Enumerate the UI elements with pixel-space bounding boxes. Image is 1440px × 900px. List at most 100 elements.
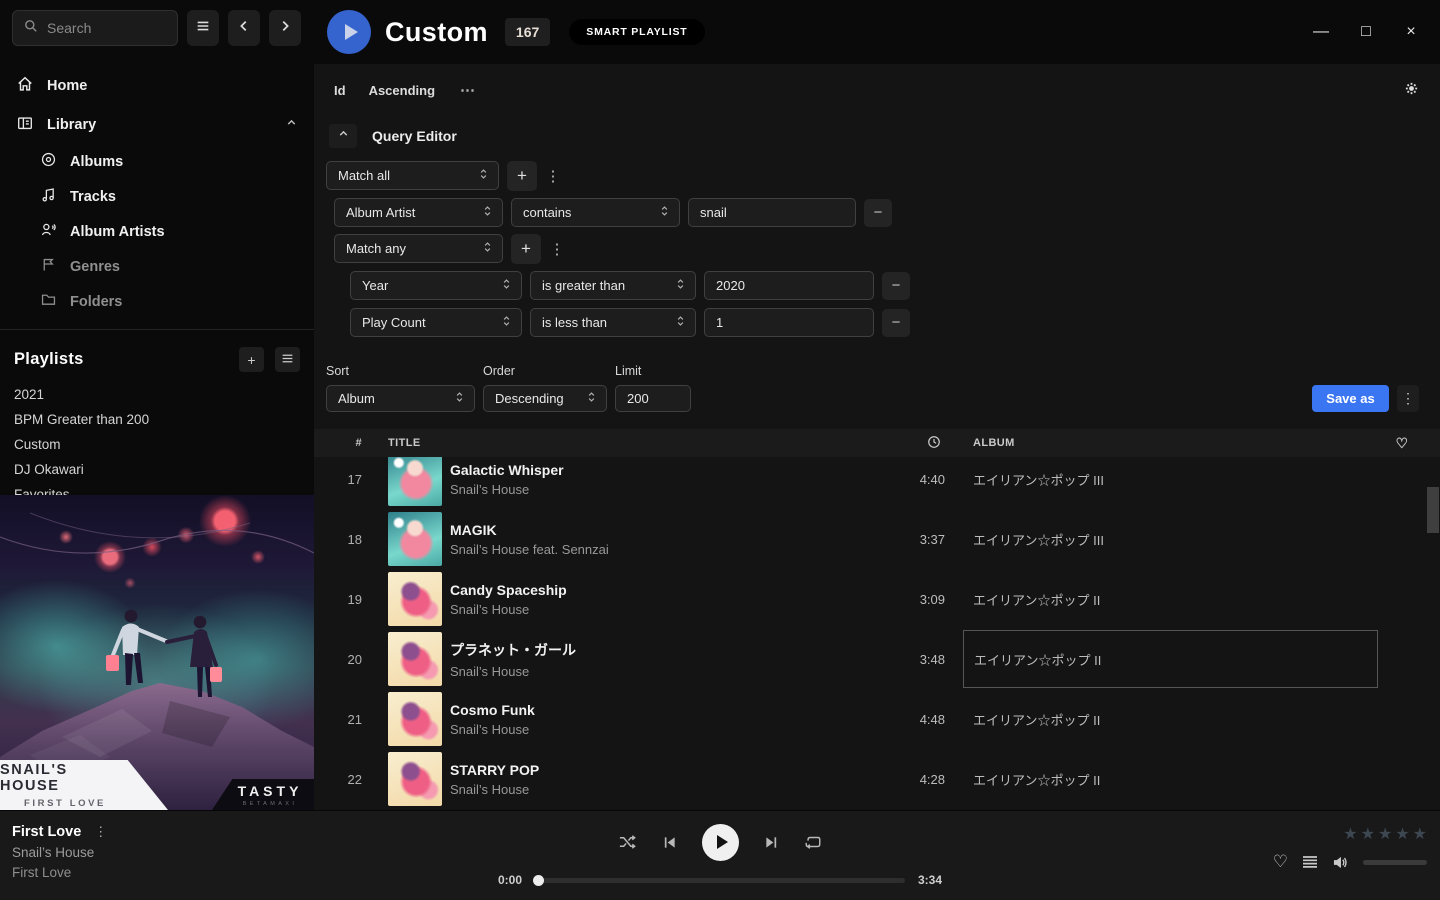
rule-value-input-wrap: [688, 198, 856, 227]
star-icon[interactable]: ★: [1395, 824, 1409, 844]
rule-group-menu-button[interactable]: ⋮: [545, 167, 561, 185]
now-playing-album-art[interactable]: SNAIL'S HOUSE FIRST LOVE TASTY BETAMAXI: [0, 495, 314, 810]
more-options-button[interactable]: ⋯: [460, 81, 476, 99]
playlist-item[interactable]: DJ Okawari: [0, 457, 314, 482]
column-header-title[interactable]: TITLE: [388, 437, 855, 449]
seek-handle[interactable]: [533, 875, 544, 886]
now-playing-artist[interactable]: Snail’s House: [12, 845, 107, 860]
track-album[interactable]: エイリアン☆ポップ II: [963, 570, 1378, 628]
rule-operator-select[interactable]: is less than: [530, 308, 696, 337]
chevron-up-icon[interactable]: [285, 116, 298, 133]
table-row[interactable]: 19 Candy Spaceship Snail’s House 3:09 エイ…: [314, 569, 1426, 629]
track-album-focused-cell[interactable]: エイリアン☆ポップ II: [963, 630, 1378, 688]
nav-back-button[interactable]: [228, 10, 260, 46]
sidebar-item-home[interactable]: Home: [0, 66, 314, 105]
sort-select[interactable]: Album: [326, 385, 475, 412]
table-row[interactable]: 22 STARRY POP Snail’s House 4:28 エイリアン☆ポ…: [314, 749, 1426, 809]
star-icon[interactable]: ★: [1361, 824, 1375, 844]
playlist-list-button[interactable]: [275, 347, 300, 372]
now-playing-title[interactable]: First Love: [12, 824, 81, 840]
save-as-button[interactable]: Save as: [1312, 385, 1389, 412]
menu-button[interactable]: [187, 10, 219, 46]
save-options-menu-button[interactable]: ⋮: [1397, 385, 1419, 412]
search-box[interactable]: [12, 10, 178, 46]
match-type-select[interactable]: Match all: [326, 161, 499, 190]
playlist-item[interactable]: 2021: [0, 382, 314, 407]
rule-value-input[interactable]: [716, 278, 864, 293]
track-artist: Snail’s House: [450, 602, 855, 617]
star-icon[interactable]: ★: [1343, 824, 1357, 844]
sidebar-item-folders[interactable]: Folders: [0, 284, 314, 319]
rule-field-select[interactable]: Year: [350, 271, 522, 300]
repeat-button[interactable]: [804, 834, 822, 850]
select-stepper-icon: [675, 277, 686, 294]
volume-icon[interactable]: [1332, 855, 1349, 870]
track-album[interactable]: エイリアン☆ポップ II: [963, 690, 1378, 748]
track-album[interactable]: エイリアン☆ポップ III: [963, 510, 1378, 568]
sidebar-item-genres[interactable]: Genres: [0, 249, 314, 284]
now-playing-menu-button[interactable]: ⋮: [94, 824, 107, 840]
limit-input[interactable]: [627, 391, 681, 406]
add-rule-button[interactable]: +: [507, 161, 537, 191]
table-scrollbar[interactable]: [1426, 457, 1440, 816]
rule-value-input[interactable]: [716, 315, 864, 330]
limit-label: Limit: [615, 364, 691, 378]
track-album[interactable]: エイリアン☆ポップ III: [963, 457, 1378, 508]
column-header-index[interactable]: #: [314, 437, 362, 449]
now-playing-album[interactable]: First Love: [12, 865, 107, 880]
star-icon[interactable]: ★: [1378, 824, 1392, 844]
remove-rule-button[interactable]: −: [864, 199, 892, 227]
sidebar-item-tracks[interactable]: Tracks: [0, 179, 314, 214]
search-input[interactable]: [47, 20, 167, 36]
table-row[interactable]: 18 MAGIK Snail’s House feat. Sennzai 3:3…: [314, 509, 1426, 569]
playlist-item[interactable]: Custom: [0, 432, 314, 457]
favorite-button[interactable]: ♡: [1273, 852, 1288, 872]
playlists-list: 2021 BPM Greater than 200 Custom DJ Okaw…: [0, 382, 314, 507]
sidebar-item-albums[interactable]: Albums: [0, 144, 314, 179]
chevron-right-icon: [278, 19, 292, 38]
collapse-query-editor-button[interactable]: [329, 124, 357, 148]
remove-rule-button[interactable]: −: [882, 309, 910, 337]
shuffle-button[interactable]: [618, 834, 637, 850]
track-album[interactable]: エイリアン☆ポップ II: [963, 750, 1378, 808]
column-header-album[interactable]: ALBUM: [963, 437, 1378, 449]
sort-label: Sort: [326, 364, 475, 378]
rule-field-value: Year: [362, 278, 388, 293]
next-track-button[interactable]: [764, 835, 779, 850]
column-header-favorite[interactable]: ♡: [1378, 435, 1426, 452]
table-row[interactable]: 17 Galactic Whisper Snail’s House 4:40 エ…: [314, 457, 1426, 509]
rule-value-input[interactable]: [700, 205, 846, 220]
seek-bar[interactable]: [535, 878, 905, 883]
minimize-button[interactable]: —: [1307, 18, 1335, 46]
add-group-rule-button[interactable]: +: [511, 234, 541, 264]
rule-field-select[interactable]: Play Count: [350, 308, 522, 337]
previous-track-button[interactable]: [662, 835, 677, 850]
nav-forward-button[interactable]: [269, 10, 301, 46]
sidebar-item-library[interactable]: Library: [0, 105, 314, 144]
rule-operator-select[interactable]: is greater than: [530, 271, 696, 300]
volume-slider[interactable]: [1363, 860, 1427, 865]
add-playlist-button[interactable]: +: [239, 347, 264, 372]
sort-direction-button[interactable]: Ascending: [369, 83, 435, 98]
star-icon[interactable]: ★: [1413, 824, 1427, 844]
track-duration: 3:48: [855, 652, 945, 667]
group-match-type-select[interactable]: Match any: [334, 234, 503, 263]
close-button[interactable]: ×: [1397, 18, 1425, 46]
play-playlist-button[interactable]: [327, 10, 371, 54]
maximize-button[interactable]: □: [1352, 18, 1380, 46]
column-header-duration[interactable]: [855, 435, 945, 452]
play-pause-button[interactable]: [702, 824, 739, 861]
scrollbar-thumb[interactable]: [1427, 487, 1439, 533]
rule-operator-select[interactable]: contains: [511, 198, 680, 227]
playlist-item[interactable]: BPM Greater than 200: [0, 407, 314, 432]
rule-field-select[interactable]: Album Artist: [334, 198, 503, 227]
sort-field-button[interactable]: Id: [334, 83, 346, 98]
remove-rule-button[interactable]: −: [882, 272, 910, 300]
gear-icon[interactable]: [1404, 81, 1419, 99]
order-select[interactable]: Descending: [483, 385, 607, 412]
table-row[interactable]: 20 プラネット・ガール Snail’s House 3:48 エイリアン☆ポッ…: [314, 629, 1426, 689]
queue-button[interactable]: [1302, 855, 1318, 869]
sidebar-item-album-artists[interactable]: Album Artists: [0, 214, 314, 249]
table-row[interactable]: 21 Cosmo Funk Snail’s House 4:48 エイリアン☆ポ…: [314, 689, 1426, 749]
group-menu-button[interactable]: ⋮: [549, 240, 565, 258]
